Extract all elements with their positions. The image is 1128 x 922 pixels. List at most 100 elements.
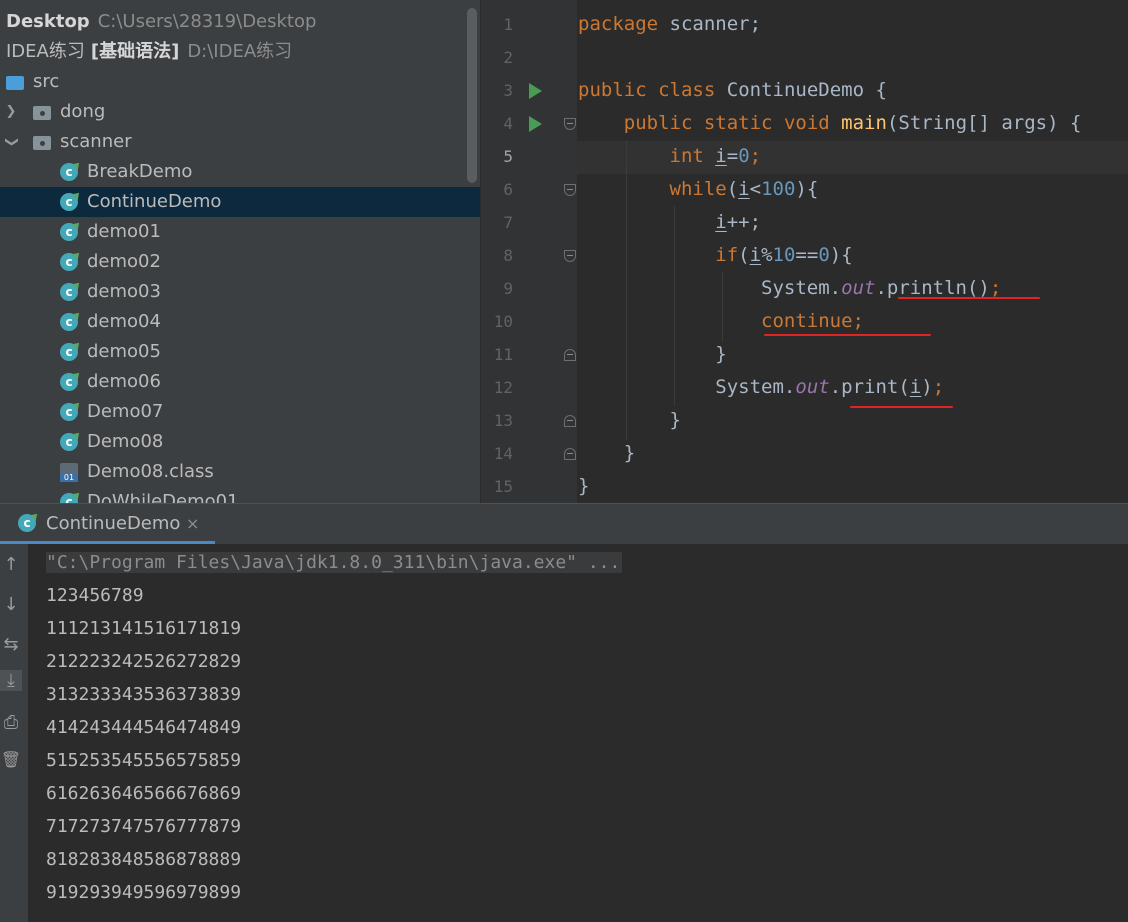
scroll-to-end-icon[interactable]: ⤓ [0, 670, 22, 691]
keyword-token: static [703, 112, 773, 134]
tree-row-file[interactable]: c BreakDemo [0, 157, 480, 187]
code-token: ){ [829, 244, 853, 266]
module-name: IDEA练习 [6, 41, 85, 62]
file-label: demo03 [87, 281, 161, 302]
code-line-9: System.out.println(); [578, 272, 1001, 305]
semicolon-token: ; [749, 145, 762, 167]
code-line-15: } [578, 470, 589, 503]
keyword-token: if [715, 244, 739, 266]
field-token: out [795, 376, 830, 398]
variable-token: i [749, 244, 762, 266]
tree-row-desktop[interactable]: Desktop C:\Users\28319\Desktop [0, 7, 480, 37]
file-label: demo04 [87, 311, 161, 332]
tree-row-dong[interactable]: ❯ dong [0, 97, 480, 127]
tree-row-file[interactable]: 01 Demo08.class [0, 457, 480, 487]
field-token: out [841, 277, 876, 299]
console-output-line: 919293949596979899 [46, 882, 242, 903]
code-token: { [864, 79, 887, 101]
run-console[interactable]: "C:\Program Files\Java\jdk1.8.0_311\bin\… [28, 544, 1128, 922]
fold-icon[interactable] [564, 415, 576, 427]
project-scrollbar[interactable] [467, 8, 477, 183]
trash-icon[interactable]: 🗑 [0, 750, 22, 769]
file-label: DoWhileDemo01 [87, 491, 239, 503]
fold-icon[interactable] [564, 118, 576, 130]
red-underline-annotation [898, 297, 1040, 299]
line-number: 8 [503, 246, 513, 265]
run-tab-continuedemo[interactable]: c ContinueDemo × [0, 504, 215, 544]
file-label: demo06 [87, 371, 161, 392]
fold-icon[interactable] [564, 448, 576, 460]
tree-row-file[interactable]: c demo05 [0, 337, 480, 367]
method-call-token: print( [841, 376, 910, 398]
brace-token: } [715, 343, 727, 365]
keyword-token: public [623, 112, 693, 134]
java-class-icon: c [60, 253, 78, 271]
code-editor[interactable]: 1 2 3 4 5 6 7 8 9 10 11 12 13 14 15 pack… [481, 0, 1128, 503]
keyword-token: int [669, 145, 704, 167]
tree-row-src[interactable]: src [0, 67, 480, 97]
tree-row-file[interactable]: c demo02 [0, 247, 480, 277]
console-output-line: 111213141516171819 [46, 618, 242, 639]
line-number-current: 5 [503, 147, 513, 166]
code-token: ( [738, 244, 750, 266]
tree-row-file[interactable]: c demo03 [0, 277, 480, 307]
tree-row-file[interactable]: c Demo07 [0, 397, 480, 427]
run-main-icon[interactable] [529, 116, 542, 132]
java-class-icon: c [60, 223, 78, 241]
console-output-line: 818283848586878889 [46, 849, 242, 870]
soft-wrap-icon[interactable]: ⇆ [0, 634, 22, 655]
operator-token: = [726, 145, 739, 167]
code-token: . [875, 277, 887, 299]
java-class-icon: c [60, 373, 78, 391]
line-number: 9 [503, 279, 513, 298]
class-name-token: ContinueDemo [726, 79, 865, 101]
close-icon[interactable]: × [186, 504, 199, 544]
code-token: ) [921, 376, 933, 398]
down-arrow-icon[interactable]: ↓ [0, 594, 22, 615]
code-line-11: } [578, 338, 727, 371]
tree-row-file[interactable]: c demo06 [0, 367, 480, 397]
code-line-6: while(i<100){ [578, 173, 819, 206]
java-class-icon: c [60, 193, 78, 211]
fold-icon[interactable] [564, 250, 576, 262]
up-arrow-icon[interactable]: ↑ [0, 554, 22, 575]
module-path: D:\IDEA练习 [187, 41, 293, 62]
file-label: demo02 [87, 251, 161, 272]
java-class-icon: c [60, 163, 78, 181]
console-output-line: 515253545556575859 [46, 750, 242, 771]
tree-row-file[interactable]: c demo04 [0, 307, 480, 337]
tree-row-file-selected[interactable]: c ContinueDemo [0, 187, 480, 217]
source-folder-icon [6, 76, 24, 90]
package-folder-icon [33, 106, 51, 120]
brace-token: } [623, 442, 636, 464]
file-label: Demo08.class [87, 461, 214, 482]
run-class-icon[interactable] [529, 83, 542, 99]
tree-row-file[interactable]: c Demo08 [0, 427, 480, 457]
code-token: ( [726, 178, 739, 200]
java-class-icon: c [60, 283, 78, 301]
src-label: src [33, 71, 60, 92]
tree-row-file[interactable]: c demo01 [0, 217, 480, 247]
tree-row-scanner[interactable]: ❯ scanner [0, 127, 480, 157]
variable-token: i [715, 211, 727, 233]
java-class-icon: c [60, 313, 78, 331]
variable-token: i [909, 376, 922, 398]
tree-row-module[interactable]: IDEA练习 [基础语法] D:\IDEA练习 [0, 37, 480, 67]
tree-row-file[interactable]: c DoWhileDemo01 [0, 487, 480, 503]
chevron-right-icon[interactable]: ❯ [4, 97, 18, 127]
java-class-icon: c [60, 403, 78, 421]
number-token: 0 [738, 145, 750, 167]
editor-gutter: 1 2 3 4 5 6 7 8 9 10 11 12 13 14 15 [481, 0, 577, 503]
chevron-down-icon[interactable]: ❯ [0, 135, 26, 149]
fold-icon[interactable] [564, 184, 576, 196]
console-output-line: 313233343536373839 [46, 684, 242, 705]
print-icon[interactable]: ⎙ [0, 712, 22, 733]
console-command-line: "C:\Program Files\Java\jdk1.8.0_311\bin\… [46, 552, 623, 573]
package-folder-icon [33, 136, 51, 150]
code-line-14: } [578, 437, 635, 470]
java-class-icon: c [60, 433, 78, 451]
line-number: 12 [493, 378, 513, 397]
fold-icon[interactable] [564, 349, 576, 361]
keyword-token: package [578, 13, 659, 35]
keyword-token: public [578, 79, 647, 101]
